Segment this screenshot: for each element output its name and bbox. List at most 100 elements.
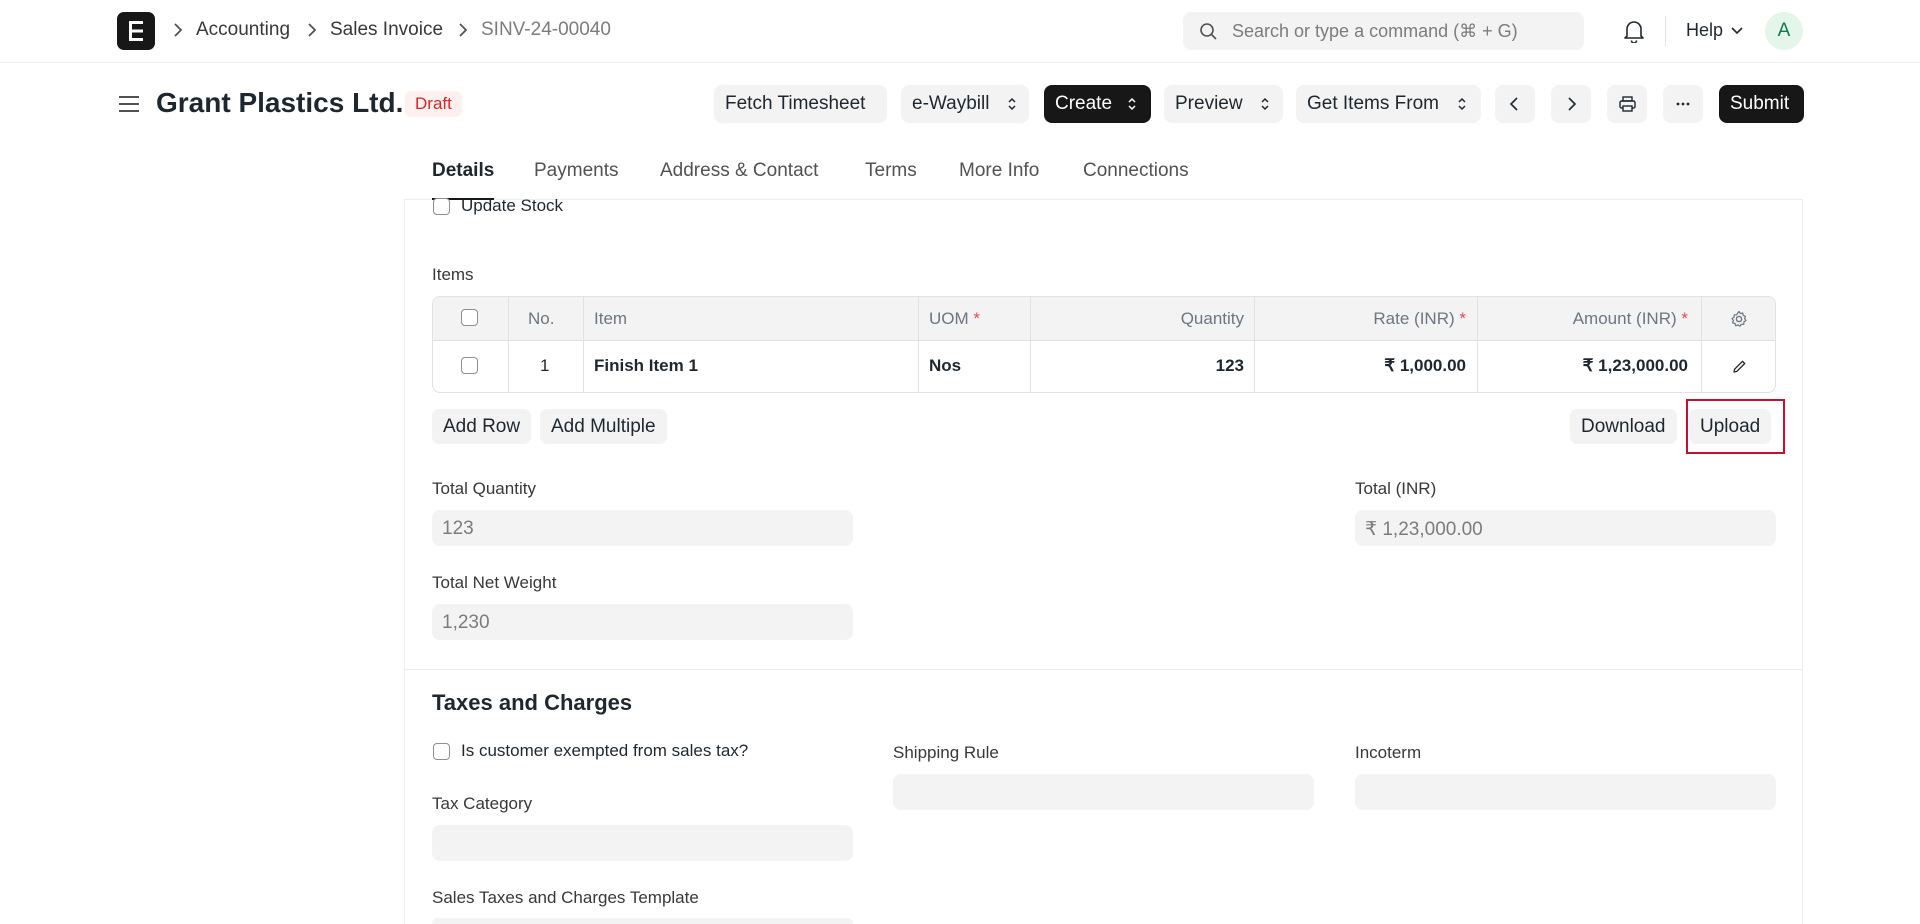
select-updown-icon [1261,97,1269,111]
user-avatar[interactable]: A [1765,12,1803,50]
e-waybill-button[interactable]: e-Waybill [901,85,1029,123]
total-inr-value: ₹ 1,23,000.00 [1365,519,1483,540]
search-bar[interactable]: Search or type a command (⌘ + G) [1183,12,1584,50]
column-header-rate-text: Rate (INR) [1373,309,1455,328]
tab-more-info[interactable]: More Info [959,160,1039,182]
shipping-rule-label: Shipping Rule [893,743,999,762]
incoterm-label: Incoterm [1355,743,1422,762]
submit-button[interactable]: Submit [1719,85,1804,123]
status-badge: Draft [405,91,462,117]
column-divider [918,297,919,392]
column-header-rate: Rate (INR) * [1373,309,1466,329]
printer-icon [1619,96,1636,112]
tab-details[interactable]: Details [432,160,494,182]
tab-terms[interactable]: Terms [865,160,917,182]
items-section-label: Items [432,265,474,284]
select-updown-icon [1128,97,1136,111]
chevron-left-icon [1509,97,1518,111]
total-net-weight-value: 1,230 [442,612,490,633]
incoterm-field[interactable] [1355,774,1776,810]
row-select-checkbox[interactable] [461,357,478,374]
column-divider [1030,297,1031,392]
create-button[interactable]: Create [1044,85,1151,123]
total-inr-field[interactable]: ₹ 1,23,000.00 [1355,510,1776,546]
taxes-section-title: Taxes and Charges [432,690,633,715]
preview-button[interactable]: Preview [1164,85,1283,123]
row-uom[interactable]: Nos [929,356,961,376]
row-amount[interactable]: ₹ 1,23,000.00 [1583,356,1688,376]
column-header-item: Item [594,309,628,328]
tax-category-field[interactable] [432,825,853,861]
search-placeholder: Search or type a command (⌘ + G) [1232,21,1518,41]
chevron-right-icon [1568,97,1577,111]
tab-connections[interactable]: Connections [1083,160,1189,182]
select-updown-icon [1008,97,1016,111]
help-menu[interactable]: Help [1686,20,1723,41]
required-mark: * [1459,309,1466,328]
add-multiple-button[interactable]: Add Multiple [540,409,667,444]
download-button[interactable]: Download [1570,409,1677,444]
sidebar-toggle-icon[interactable] [118,94,140,114]
search-icon [1200,23,1217,40]
section-divider [404,669,1803,670]
column-divider [1701,297,1702,392]
get-items-from-button[interactable]: Get Items From [1296,85,1481,123]
row-item[interactable]: Finish Item 1 [594,356,698,376]
more-actions-button[interactable] [1663,85,1703,123]
total-quantity-field[interactable]: 123 [432,510,853,546]
chevron-right-icon [459,23,468,37]
tax-category-label: Tax Category [432,794,533,813]
tax-exempt-checkbox[interactable] [433,743,450,760]
update-stock-checkbox[interactable] [433,198,450,215]
tab-payments[interactable]: Payments [534,160,618,182]
app-logo-icon[interactable] [117,12,155,50]
total-quantity-label: Total Quantity [432,479,536,498]
next-document-button[interactable] [1551,85,1591,123]
items-table: No. Item UOM * Quantity Rate (INR) * Amo… [432,296,1776,393]
notification-bell-icon[interactable] [1623,19,1645,43]
sales-taxes-template-label: Sales Taxes and Charges Template [432,888,699,907]
column-header-amount: Amount (INR) * [1573,309,1688,329]
more-horizontal-icon [1676,102,1690,106]
column-divider [508,297,509,392]
submit-label: Submit [1730,93,1790,114]
column-header-uom: UOM * [929,309,980,329]
total-quantity-value: 123 [442,518,474,539]
add-row-button[interactable]: Add Row [432,409,532,444]
total-net-weight-field[interactable]: 1,230 [432,604,853,640]
previous-document-button[interactable] [1495,85,1535,123]
breadcrumb-sales-invoice[interactable]: Sales Invoice [330,19,443,41]
shipping-rule-field[interactable] [893,774,1314,810]
navbar-divider [1665,16,1666,46]
required-mark: * [973,309,981,328]
tab-address-contact[interactable]: Address & Contact [660,160,818,182]
row-rate[interactable]: ₹ 1,000.00 [1384,356,1466,376]
breadcrumb-accounting[interactable]: Accounting [196,19,290,41]
column-header-no: No. [528,309,555,328]
get-items-from-label: Get Items From [1307,93,1439,114]
create-label: Create [1055,93,1113,114]
fetch-timesheet-button[interactable]: Fetch Timesheet [714,85,887,123]
column-header-amount-text: Amount (INR) [1572,309,1677,328]
sales-taxes-template-field[interactable] [432,918,853,924]
preview-label: Preview [1175,93,1243,114]
page-title: Grant Plastics Ltd. [156,87,404,118]
tax-exempt-label: Is customer exempted from sales tax? [461,741,749,760]
chevron-down-icon[interactable] [1731,27,1743,35]
fetch-timesheet-label: Fetch Timesheet [725,93,866,114]
chevron-right-icon [174,23,183,37]
upload-highlight-box [1686,399,1785,454]
form-tabs: Details Payments Address & Contact Terms… [404,145,1803,200]
breadcrumb-current-document[interactable]: SINV-24-00040 [481,19,611,41]
update-stock-label: Update Stock [461,196,564,215]
row-quantity[interactable]: 123 [1216,356,1244,376]
print-button[interactable] [1607,85,1647,123]
edit-row-pencil-icon[interactable] [1732,359,1747,374]
column-settings-gear-icon[interactable] [1730,310,1748,328]
column-divider [1477,297,1478,392]
row-no: 1 [540,356,550,375]
total-net-weight-label: Total Net Weight [432,573,557,592]
chevron-right-icon [308,23,317,37]
select-all-checkbox[interactable] [461,309,478,326]
column-divider [1254,297,1255,392]
